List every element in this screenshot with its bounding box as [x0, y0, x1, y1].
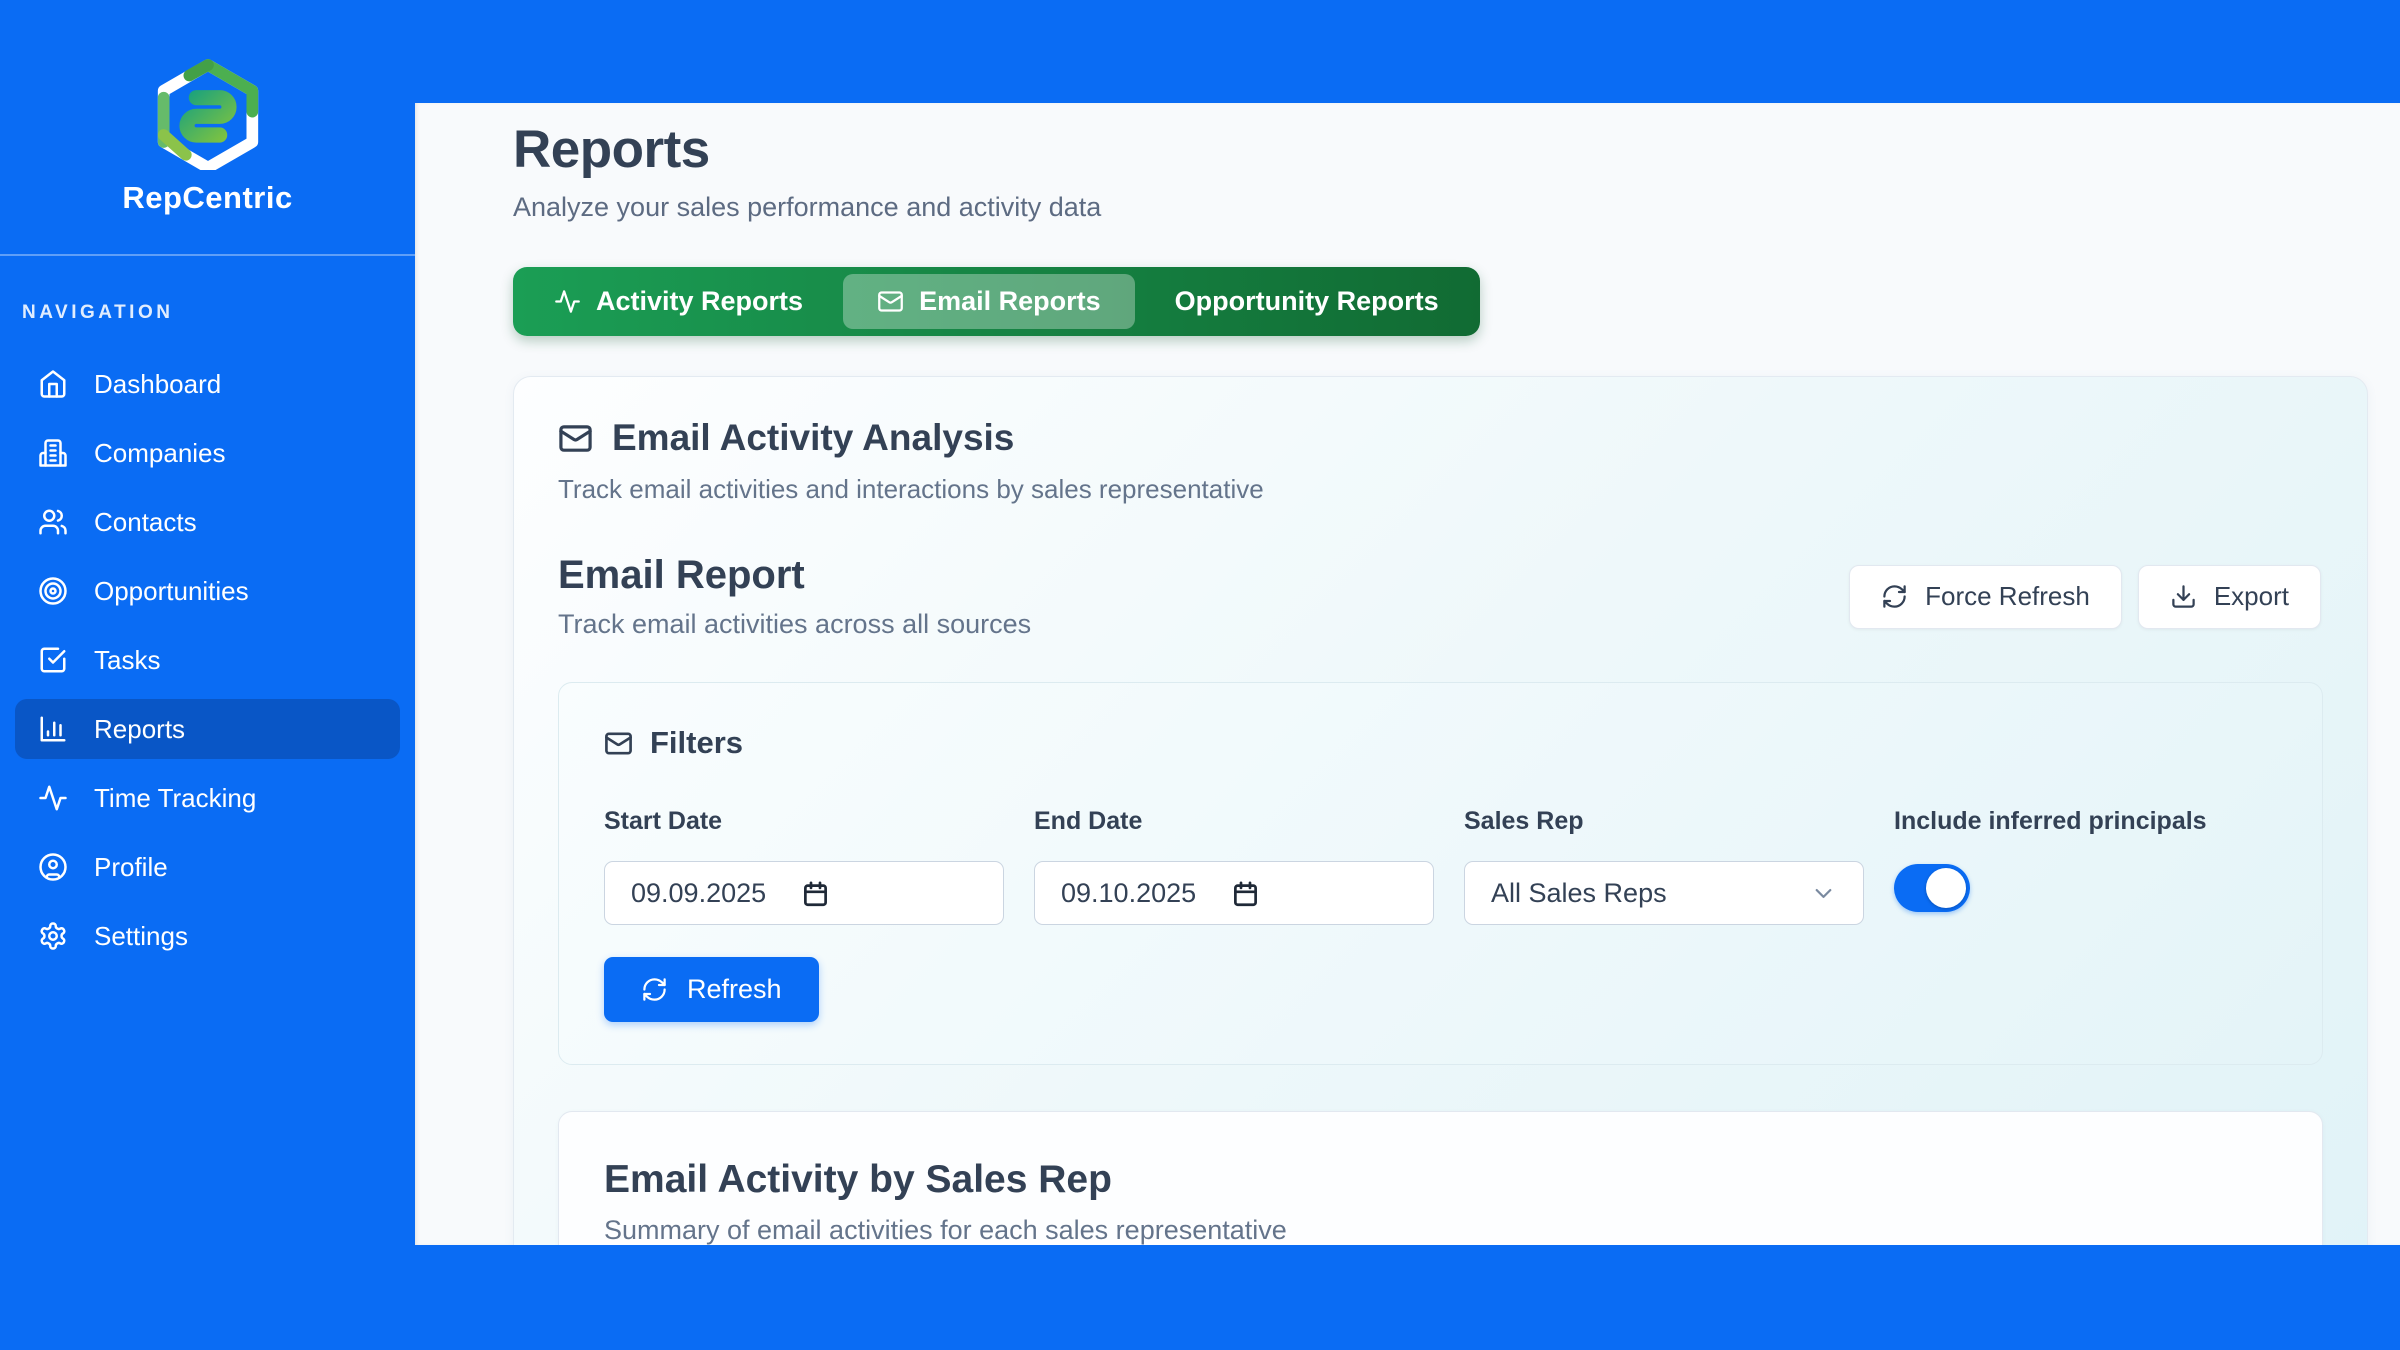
sales-rep-select[interactable]: All Sales Reps: [1464, 861, 1864, 925]
home-icon: [38, 369, 68, 399]
sidebar-item-dashboard[interactable]: Dashboard: [15, 354, 400, 414]
sidebar: RepCentric NAVIGATION Dashboard Companie…: [0, 0, 415, 1350]
sidebar-item-settings[interactable]: Settings: [15, 906, 400, 966]
report-title: Email Report: [558, 553, 1031, 598]
end-date-value: 09.10.2025: [1061, 878, 1196, 909]
gear-icon: [38, 921, 68, 951]
refresh-label: Refresh: [687, 974, 782, 1005]
sidebar-item-profile[interactable]: Profile: [15, 837, 400, 897]
activity-icon: [554, 288, 581, 315]
sidebar-item-label: Reports: [94, 714, 185, 745]
sales-rep-group: Sales Rep All Sales Reps: [1464, 807, 1864, 925]
sales-rep-value: All Sales Reps: [1491, 878, 1667, 909]
tab-email-reports[interactable]: Email Reports: [843, 274, 1135, 329]
sidebar-item-opportunities[interactable]: Opportunities: [15, 561, 400, 621]
sales-rep-label: Sales Rep: [1464, 807, 1864, 836]
sidebar-item-companies[interactable]: Companies: [15, 423, 400, 483]
end-date-group: End Date 09.10.2025: [1034, 807, 1434, 925]
export-label: Export: [2214, 581, 2289, 612]
sidebar-item-contacts[interactable]: Contacts: [15, 492, 400, 552]
tab-activity-reports[interactable]: Activity Reports: [520, 274, 837, 329]
sidebar-item-label: Tasks: [94, 645, 160, 676]
page-title: Reports: [513, 119, 2400, 180]
sidebar-item-label: Settings: [94, 921, 188, 952]
rep-card-title: Email Activity by Sales Rep: [604, 1158, 2277, 1202]
users-icon: [38, 507, 68, 537]
calendar-icon[interactable]: [802, 880, 829, 907]
start-date-value: 09.09.2025: [631, 878, 766, 909]
calendar-icon[interactable]: [1232, 880, 1259, 907]
tab-label: Activity Reports: [596, 286, 803, 317]
sidebar-item-label: Companies: [94, 438, 226, 469]
sidebar-item-label: Opportunities: [94, 576, 249, 607]
sidebar-item-time-tracking[interactable]: Time Tracking: [15, 768, 400, 828]
sidebar-item-label: Dashboard: [94, 369, 221, 400]
download-icon: [2170, 583, 2197, 610]
sidebar-item-reports[interactable]: Reports: [15, 699, 400, 759]
bar-chart-icon: [38, 714, 68, 744]
end-date-input[interactable]: 09.10.2025: [1034, 861, 1434, 925]
sidebar-item-label: Contacts: [94, 507, 197, 538]
page-subtitle: Analyze your sales performance and activ…: [513, 192, 2400, 223]
nav-section-label: NAVIGATION: [22, 302, 415, 324]
rep-card-subtitle: Summary of email activities for each sal…: [604, 1215, 2277, 1245]
include-inferred-label: Include inferred principals: [1894, 807, 2277, 836]
tab-opportunity-reports[interactable]: Opportunity Reports: [1141, 274, 1473, 329]
mail-icon: [604, 729, 633, 758]
start-date-group: Start Date 09.09.2025: [604, 807, 1004, 925]
section-title: Email Activity Analysis: [612, 417, 1014, 459]
check-square-icon: [38, 645, 68, 675]
user-circle-icon: [38, 852, 68, 882]
app-name: RepCentric: [122, 180, 292, 216]
target-icon: [38, 576, 68, 606]
refresh-icon: [641, 976, 668, 1003]
section-subtitle: Track email activities and interactions …: [558, 474, 2323, 505]
include-inferred-group: Include inferred principals: [1894, 807, 2277, 925]
report-tabs: Activity Reports Email Reports Opportuni…: [513, 267, 1480, 336]
nav-list: Dashboard Companies Contacts Opportuniti…: [0, 354, 415, 966]
mail-icon: [877, 288, 904, 315]
sidebar-item-tasks[interactable]: Tasks: [15, 630, 400, 690]
email-report-heading: Email Report Track email activities acro…: [558, 553, 1031, 640]
sidebar-divider: [0, 254, 415, 256]
tab-label: Opportunity Reports: [1175, 286, 1439, 317]
sidebar-item-label: Time Tracking: [94, 783, 256, 814]
repcentric-logo-icon: [149, 58, 267, 170]
refresh-button[interactable]: Refresh: [604, 957, 819, 1022]
force-refresh-button[interactable]: Force Refresh: [1849, 565, 2122, 629]
start-date-input[interactable]: 09.09.2025: [604, 861, 1004, 925]
tab-label: Email Reports: [919, 286, 1101, 317]
report-subtitle: Track email activities across all source…: [558, 609, 1031, 640]
force-refresh-label: Force Refresh: [1925, 581, 2090, 612]
include-inferred-toggle[interactable]: [1894, 864, 1970, 912]
email-activity-by-rep-card: Email Activity by Sales Rep Summary of e…: [558, 1111, 2323, 1245]
toggle-knob: [1926, 868, 1966, 908]
chevron-down-icon: [1810, 880, 1837, 907]
logo-block: RepCentric: [0, 0, 415, 216]
main-content: Reports Analyze your sales performance a…: [415, 103, 2400, 1245]
start-date-label: Start Date: [604, 807, 1004, 836]
end-date-label: End Date: [1034, 807, 1434, 836]
email-activity-analysis-card: Email Activity Analysis Track email acti…: [513, 376, 2368, 1245]
building-icon: [38, 438, 68, 468]
mail-icon: [558, 421, 593, 456]
filters-title: Filters: [650, 725, 743, 761]
refresh-icon: [1881, 583, 1908, 610]
activity-icon: [38, 783, 68, 813]
export-button[interactable]: Export: [2138, 565, 2321, 629]
filters-card: Filters Start Date 09.09.2025 End Date 0…: [558, 682, 2323, 1065]
sidebar-item-label: Profile: [94, 852, 168, 883]
